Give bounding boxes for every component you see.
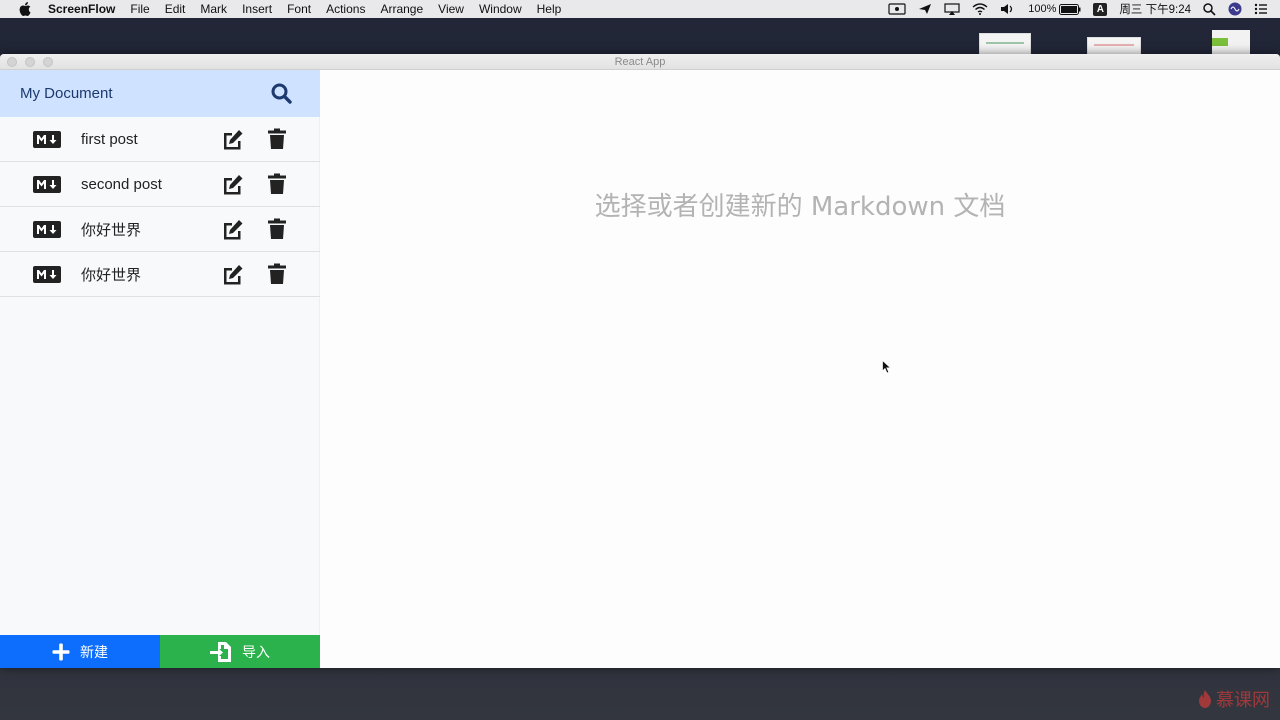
- search-button[interactable]: [268, 81, 294, 107]
- desktop-document-icon[interactable]: [1212, 30, 1250, 54]
- plus-icon: [52, 643, 70, 660]
- notification-center-icon[interactable]: [1254, 3, 1268, 15]
- trash-icon[interactable]: [267, 173, 287, 195]
- new-file-button[interactable]: 新建: [0, 635, 160, 668]
- menu-window[interactable]: Window: [479, 0, 522, 18]
- import-button[interactable]: 导入: [160, 635, 320, 668]
- file-name[interactable]: 你好世界: [81, 219, 141, 240]
- menu-arrange[interactable]: Arrange: [380, 0, 423, 18]
- trash-icon[interactable]: [267, 128, 287, 150]
- wifi-icon[interactable]: [972, 3, 988, 15]
- siri-icon[interactable]: [1228, 2, 1242, 16]
- screen-record-icon[interactable]: [888, 3, 906, 15]
- new-file-label: 新建: [80, 643, 108, 660]
- file-list-item[interactable]: second post: [0, 162, 320, 207]
- clock[interactable]: 周三 下午9:24: [1119, 1, 1191, 17]
- volume-icon[interactable]: [1000, 3, 1016, 15]
- file-list-item[interactable]: 你好世界: [0, 252, 320, 297]
- import-label: 导入: [242, 643, 270, 660]
- menu-insert[interactable]: Insert: [242, 0, 272, 18]
- edit-icon[interactable]: [220, 173, 244, 197]
- battery-status[interactable]: 100%: [1028, 3, 1081, 15]
- app-window: React App My Document first post second …: [0, 54, 1280, 668]
- window-title: React App: [614, 56, 666, 68]
- menu-app-name[interactable]: ScreenFlow: [48, 0, 115, 18]
- send-icon[interactable]: [918, 3, 932, 15]
- input-source-indicator[interactable]: A: [1093, 2, 1108, 16]
- battery-percent: 100%: [1028, 3, 1057, 15]
- window-titlebar[interactable]: React App: [0, 54, 1280, 70]
- mouse-cursor-icon: [882, 360, 892, 374]
- file-import-icon: [210, 641, 231, 662]
- file-name[interactable]: second post: [81, 176, 162, 193]
- battery-icon: [1059, 3, 1081, 15]
- file-list-item[interactable]: 你好世界: [0, 207, 320, 252]
- edit-icon[interactable]: [220, 263, 244, 287]
- menu-bar: ScreenFlow File Edit Mark Insert Font Ac…: [0, 0, 1280, 18]
- close-window-button[interactable]: [7, 57, 17, 67]
- apple-icon[interactable]: [18, 2, 32, 16]
- file-name[interactable]: first post: [81, 131, 138, 148]
- sidebar-title: My Document: [20, 85, 113, 102]
- menu-help[interactable]: Help: [537, 0, 562, 18]
- watermark: 慕课网: [1198, 686, 1270, 712]
- sidebar-bottom-bar: 新建 导入: [0, 635, 320, 668]
- menu-file[interactable]: File: [130, 0, 149, 18]
- menu-mark[interactable]: Mark: [200, 0, 227, 18]
- markdown-icon: [33, 221, 61, 238]
- sidebar: My Document first post second post 你好世界: [0, 70, 320, 668]
- desktop-thumbnail[interactable]: [979, 33, 1031, 55]
- menu-view[interactable]: View: [438, 0, 464, 18]
- sidebar-header: My Document: [0, 70, 320, 117]
- trash-icon[interactable]: [267, 218, 287, 240]
- flame-logo-icon: [1199, 690, 1211, 708]
- markdown-icon: [33, 266, 61, 283]
- markdown-icon: [33, 176, 61, 193]
- edit-icon[interactable]: [220, 218, 244, 242]
- file-list-item[interactable]: first post: [0, 117, 320, 162]
- spotlight-search-icon[interactable]: [1203, 2, 1216, 16]
- search-icon: [271, 83, 292, 104]
- editor-area[interactable]: 选择或者创建新的 Markdown 文档: [320, 70, 1280, 668]
- markdown-icon: [33, 131, 61, 148]
- menu-edit[interactable]: Edit: [165, 0, 186, 18]
- empty-state-message: 选择或者创建新的 Markdown 文档: [594, 192, 1006, 222]
- trash-icon[interactable]: [267, 263, 287, 285]
- airplay-icon[interactable]: [944, 3, 960, 15]
- input-source-label: A: [1093, 2, 1108, 16]
- file-list: first post second post 你好世界 你好世界: [0, 117, 320, 297]
- file-name[interactable]: 你好世界: [81, 264, 141, 285]
- minimize-window-button[interactable]: [25, 57, 35, 67]
- desktop-thumbnail[interactable]: [1087, 37, 1141, 55]
- menu-font[interactable]: Font: [287, 0, 311, 18]
- status-area: 100% A 周三 下午9:24: [888, 0, 1280, 18]
- menu-actions[interactable]: Actions: [326, 0, 365, 18]
- watermark-text: 慕课网: [1216, 690, 1270, 711]
- zoom-window-button[interactable]: [43, 57, 53, 67]
- edit-icon[interactable]: [220, 128, 244, 152]
